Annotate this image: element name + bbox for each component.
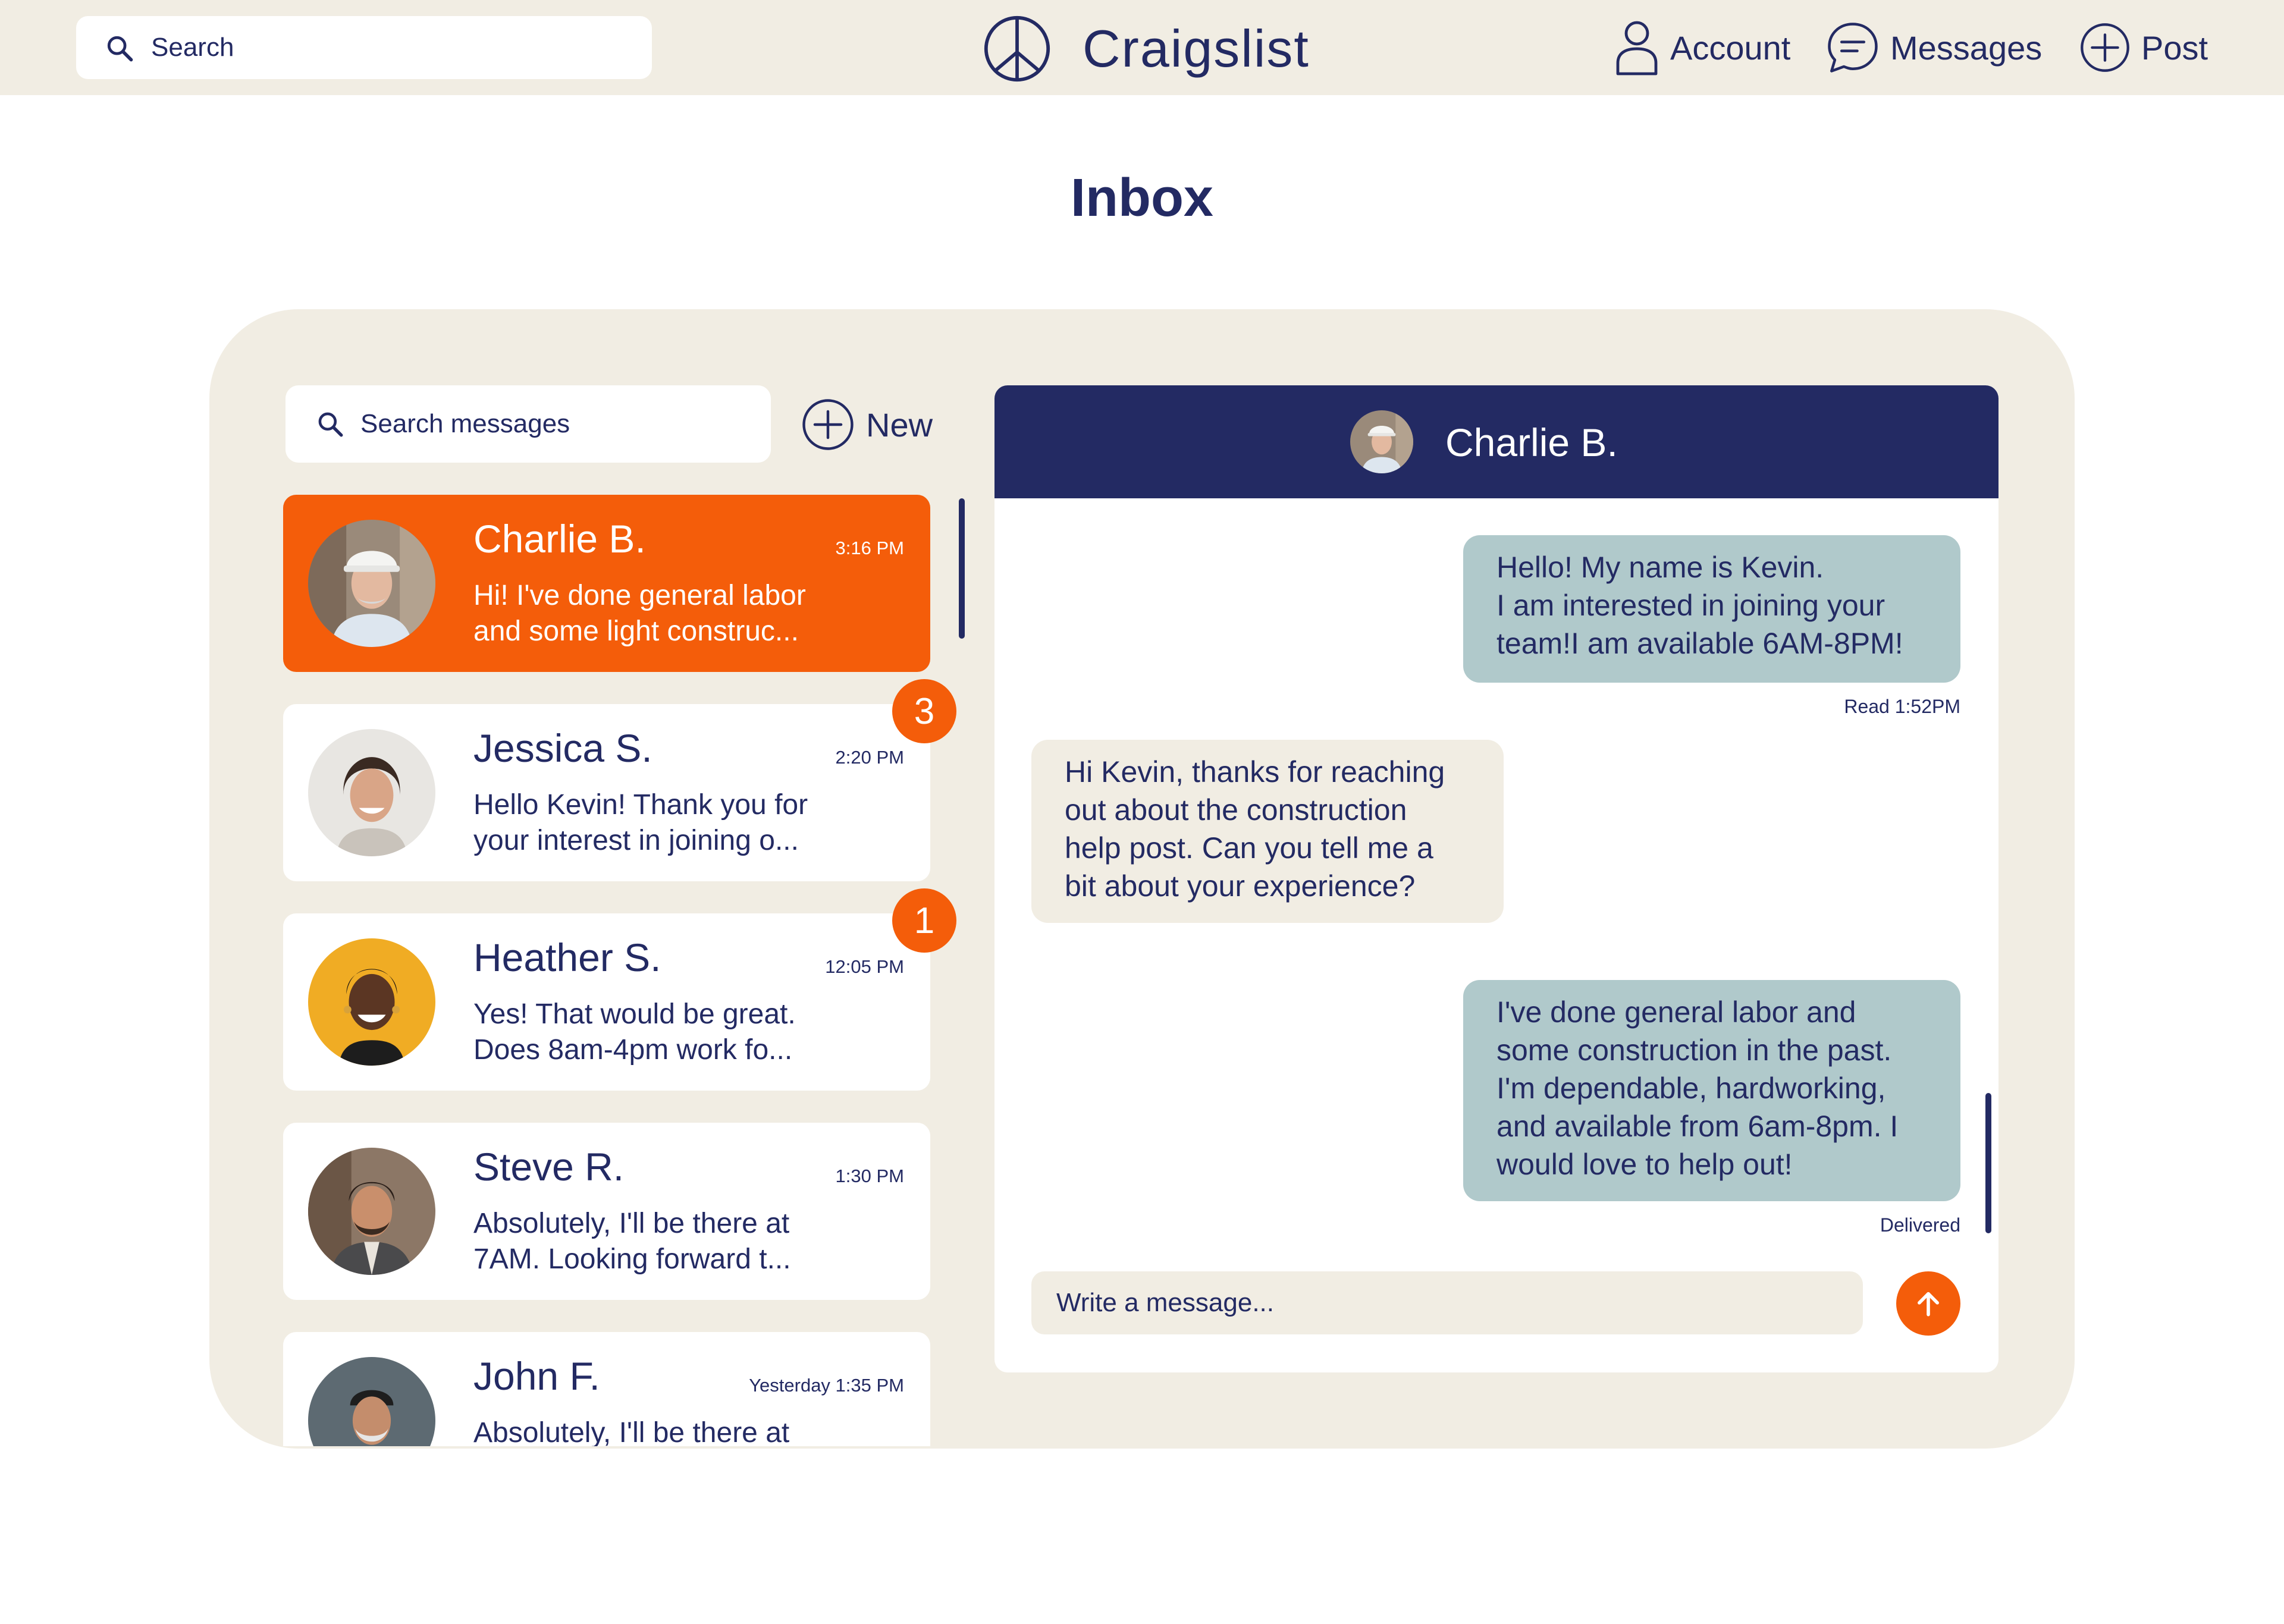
message-line: team!I am available 6AM-8PM! xyxy=(1496,627,1903,660)
nav-account[interactable]: Account xyxy=(1613,14,1790,81)
conversation-name: Jessica S. xyxy=(473,726,652,770)
global-search-input[interactable] xyxy=(151,16,639,79)
chat-bubble-icon xyxy=(1828,23,1878,73)
conversation-time: 2:20 PM xyxy=(835,747,904,768)
conversation-preview: Absolutely, I'll be there at 7AM. Lookin… xyxy=(473,1208,791,1275)
message-line: and available from 6am-8pm. I xyxy=(1496,1110,1899,1143)
conversation-time: 3:16 PM xyxy=(835,538,904,558)
conversation-name: Charlie B. xyxy=(473,517,646,561)
chat-header: Charlie B. xyxy=(994,385,1999,498)
message-bubble-incoming: Hi Kevin, thanks for reaching out about … xyxy=(1031,740,1504,923)
avatar xyxy=(308,1357,435,1446)
plus-circle-icon xyxy=(802,399,854,450)
conversation-preview: Yes! That would be great. Does 8am-4pm w… xyxy=(473,998,796,1066)
message-line: some construction in the past. xyxy=(1496,1034,1892,1067)
message-line: I've done general labor and xyxy=(1496,995,1856,1029)
compose-box[interactable] xyxy=(1031,1271,1863,1334)
page-title: Inbox xyxy=(1071,168,1213,228)
chat-panel: Charlie B. Hello! My name is Kevin. I am… xyxy=(994,385,1999,1372)
message-search-input[interactable] xyxy=(360,385,759,463)
unread-badge: 1 xyxy=(892,888,956,953)
new-message-label: New xyxy=(866,406,933,444)
avatar xyxy=(1350,410,1413,473)
message-bubble-outgoing: I've done general labor and some constru… xyxy=(1463,980,1960,1201)
plus-circle-icon xyxy=(2081,23,2129,72)
message-line: out about the construction xyxy=(1065,793,1407,827)
message-line: I'm dependable, hardworking, xyxy=(1496,1072,1886,1105)
nav-post[interactable]: Post xyxy=(2078,14,2208,81)
conversation-list[interactable]: Charlie B. 3:16 PM Hi! I've done general… xyxy=(283,495,958,1446)
arrow-up-icon xyxy=(1918,1292,1939,1317)
search-icon xyxy=(107,36,133,62)
message-line: Hello! My name is Kevin. xyxy=(1496,551,1824,584)
conversation-preview: Hi! I've done general labor and some lig… xyxy=(473,580,806,647)
conversation-item[interactable]: Steve R. 1:30 PM Absolutely, I'll be the… xyxy=(283,1123,930,1300)
conversation-time: 1:30 PM xyxy=(835,1166,904,1186)
nav-messages[interactable]: Messages xyxy=(1825,14,2042,81)
read-receipt: Read 1:52PM xyxy=(1844,696,1960,717)
conversation-preview: Hello Kevin! Thank you for your interest… xyxy=(473,789,808,856)
conversation-item[interactable]: John F. Yesterday 1:35 PM Absolutely, I'… xyxy=(283,1332,930,1446)
nav-post-label: Post xyxy=(2141,29,2208,67)
conversation-time: 12:05 PM xyxy=(825,956,904,977)
message-search[interactable] xyxy=(286,385,771,463)
nav-messages-label: Messages xyxy=(1890,29,2043,67)
chat-contact-name: Charlie B. xyxy=(1445,420,1618,464)
send-button[interactable] xyxy=(1896,1271,1960,1336)
global-search[interactable] xyxy=(76,16,652,79)
chat-scrollbar[interactable] xyxy=(1985,1093,1991,1233)
unread-badge: 3 xyxy=(892,679,956,743)
conversation-preview: Absolutely, I'll be there at xyxy=(473,1417,790,1446)
message-bubble-outgoing: Hello! My name is Kevin. I am interested… xyxy=(1463,535,1960,683)
brand-name: Craigslist xyxy=(1083,19,1310,78)
delivery-status: Delivered xyxy=(1880,1214,1960,1236)
conversation-name: John F. xyxy=(473,1354,600,1398)
conversation-time: Yesterday 1:35 PM xyxy=(749,1375,904,1396)
top-bar: Craigslist Account Messages Post xyxy=(0,0,2284,95)
avatar xyxy=(308,938,435,1066)
conversation-item[interactable]: Charlie B. 3:16 PM Hi! I've done general… xyxy=(283,495,930,672)
conversation-name: Heather S. xyxy=(473,935,661,979)
conversation-item[interactable]: Jessica S. 2:20 PM Hello Kevin! Thank yo… xyxy=(283,704,930,881)
brand[interactable]: Craigslist xyxy=(983,13,1310,84)
peace-sign-icon xyxy=(984,15,1050,82)
message-line: I am interested in joining your xyxy=(1496,589,1885,622)
message-line: bit about your experience? xyxy=(1065,869,1416,903)
conversation-list-scrollbar[interactable] xyxy=(959,498,965,639)
search-icon xyxy=(318,412,343,437)
compose-input[interactable] xyxy=(1031,1271,1863,1334)
message-line: would love to help out! xyxy=(1496,1148,1793,1181)
conversation-item[interactable]: Heather S. 12:05 PM Yes! That would be g… xyxy=(283,913,930,1091)
avatar xyxy=(308,1148,435,1275)
new-message-button[interactable]: New xyxy=(801,396,933,453)
conversation-name: Steve R. xyxy=(473,1145,625,1189)
avatar xyxy=(308,729,435,856)
message-line: Hi Kevin, thanks for reaching xyxy=(1065,755,1445,789)
message-line: help post. Can you tell me a xyxy=(1065,831,1433,865)
avatar xyxy=(308,520,435,647)
nav-account-label: Account xyxy=(1670,29,1791,67)
user-icon xyxy=(1616,21,1658,76)
